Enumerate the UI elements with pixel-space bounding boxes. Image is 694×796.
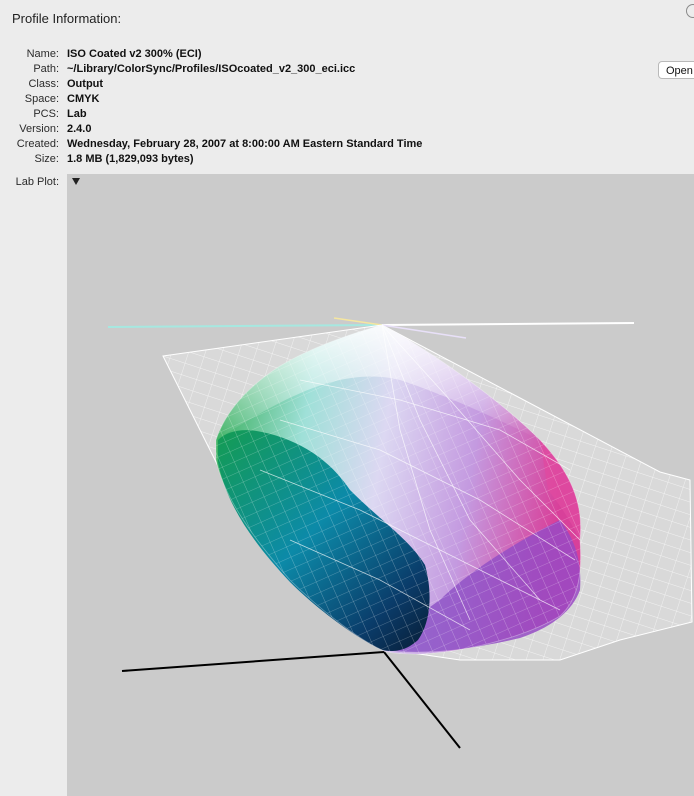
info-row-space: Space: CMYK: [0, 92, 694, 107]
value-pcs: Lab: [67, 108, 87, 120]
profile-info-window: Profile Information: Name: ISO Coated v2…: [0, 0, 694, 796]
yellow-axis-line: [333, 317, 383, 326]
value-class: Output: [67, 78, 104, 90]
l-axis-line-left: [121, 651, 385, 672]
info-row-name: Name: ISO Coated v2 300% (ECI): [0, 47, 694, 62]
open-button[interactable]: Open: [658, 61, 694, 79]
value-size: 1.8 MB (1,829,093 bytes): [67, 153, 194, 165]
label-space: Space:: [24, 93, 59, 105]
label-path: Path:: [33, 63, 59, 75]
a-axis-line-positive: [381, 322, 635, 326]
value-version: 2.4.0: [67, 123, 92, 135]
lab-plot-viewport[interactable]: [67, 174, 694, 796]
label-size: Size:: [34, 153, 59, 165]
value-path: ~/Library/ColorSync/Profiles/ISOcoated_v…: [67, 63, 356, 75]
b-axis-line-negative: [107, 324, 383, 328]
value-name: ISO Coated v2 300% (ECI): [67, 48, 202, 60]
label-class: Class:: [28, 78, 59, 90]
value-created: Wednesday, February 28, 2007 at 8:00:00 …: [67, 138, 423, 150]
info-row-version: Version: 2.4.0: [0, 122, 694, 137]
profile-gamut-solid: [215, 324, 582, 655]
info-row-pcs: PCS: Lab: [0, 107, 694, 122]
info-row-size: Size: 1.8 MB (1,829,093 bytes): [0, 152, 694, 167]
label-created: Created:: [16, 138, 59, 150]
triangle-down-icon[interactable]: [72, 178, 80, 185]
lab-plot-render[interactable]: [67, 174, 694, 796]
label-name: Name:: [26, 48, 59, 60]
partial-control-icon[interactable]: [686, 4, 694, 18]
value-space: CMYK: [67, 93, 100, 105]
label-version: Version:: [19, 123, 59, 135]
section-title: Profile Information:: [12, 11, 122, 26]
info-row-class: Class: Output: [0, 77, 694, 92]
lab-plot-label: Lab Plot:: [15, 176, 59, 188]
l-axis-line-down: [383, 651, 461, 749]
info-row-path: Path: ~/Library/ColorSync/Profiles/ISOco…: [0, 62, 694, 77]
label-pcs: PCS:: [33, 108, 59, 120]
info-row-created: Created: Wednesday, February 28, 2007 at…: [0, 137, 694, 152]
